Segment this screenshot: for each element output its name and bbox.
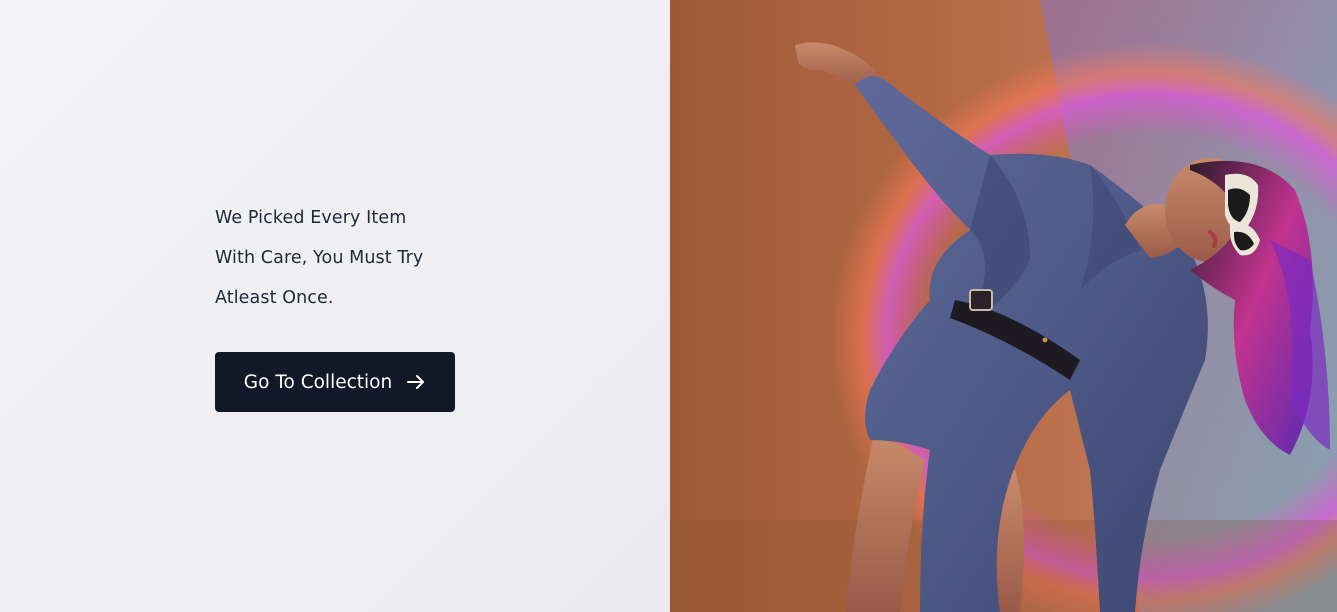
go-to-collection-button[interactable]: Go To Collection — [215, 352, 455, 412]
tagline-line-2: With Care, You Must Try — [215, 248, 424, 268]
hero-image — [670, 0, 1337, 612]
cta-label: Go To Collection — [243, 371, 393, 393]
hero-tagline: We Picked Every Item With Care, You Must… — [215, 198, 475, 318]
hero-section: We Picked Every Item With Care, You Must… — [0, 0, 1337, 612]
hero-text-panel: We Picked Every Item With Care, You Must… — [0, 0, 670, 612]
tagline-line-3: Atleast Once. — [215, 288, 334, 308]
arrow-right-icon — [406, 372, 426, 392]
tagline-line-1: We Picked Every Item — [215, 208, 407, 228]
fashion-model-photo — [670, 0, 1337, 612]
